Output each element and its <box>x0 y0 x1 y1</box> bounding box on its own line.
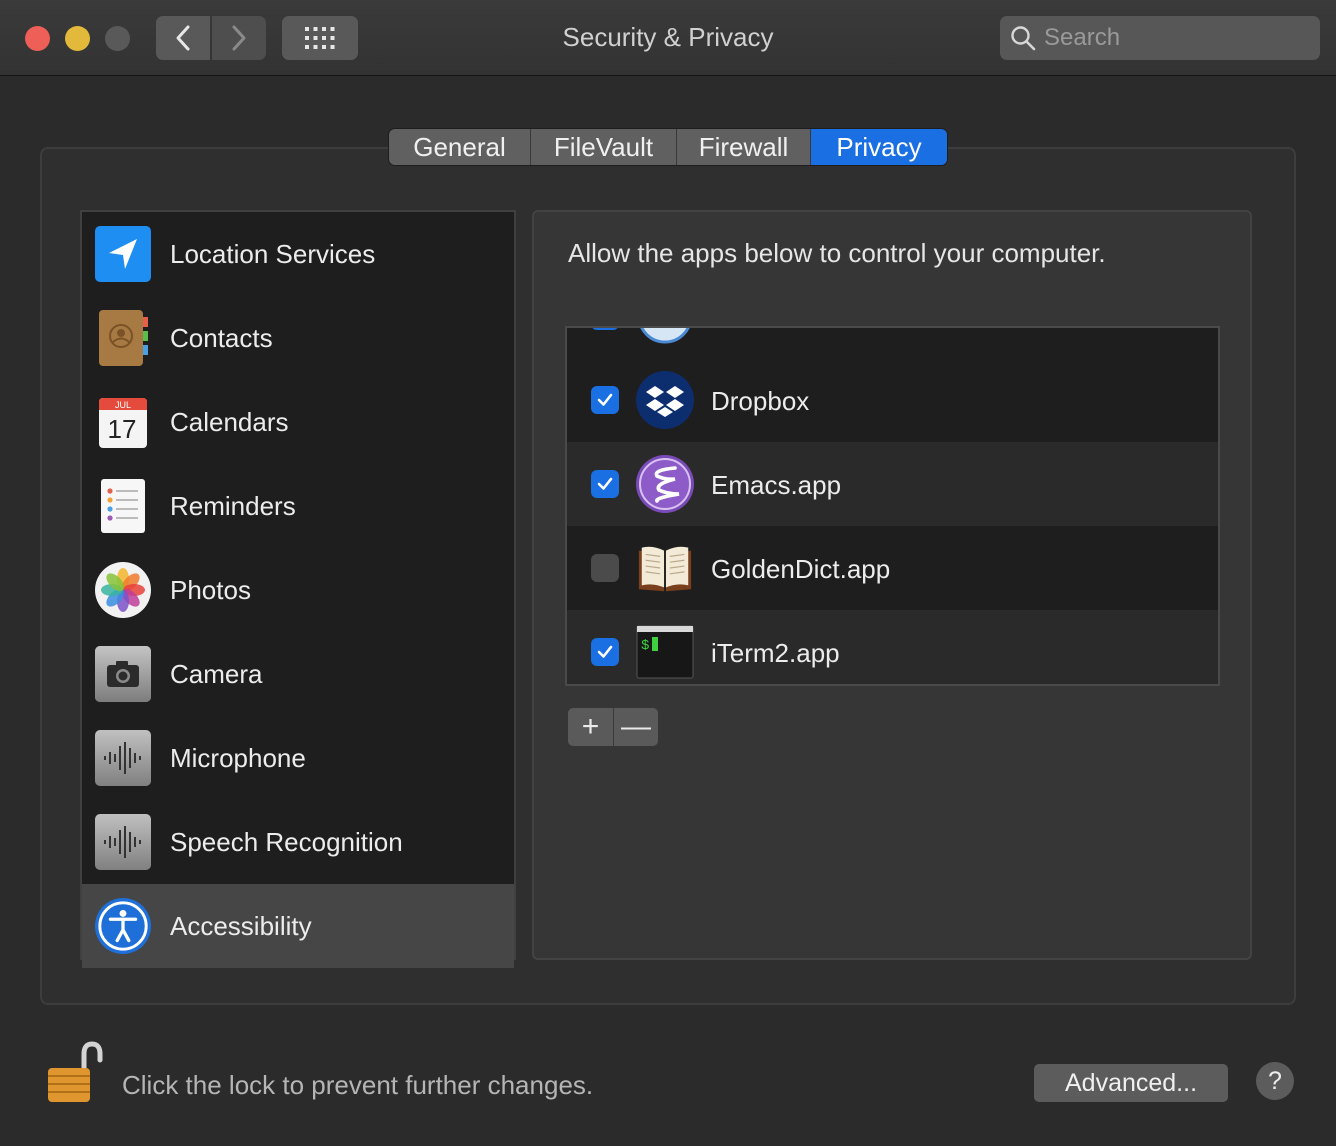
sidebar-item-label: Speech Recognition <box>170 826 403 857</box>
terminal-icon: $ <box>635 622 695 682</box>
checkmark-icon <box>597 477 613 490</box>
advanced-button[interactable]: Advanced... <box>1034 1064 1228 1102</box>
app-checkbox[interactable] <box>591 328 619 330</box>
checkmark-icon <box>597 645 613 658</box>
add-app-button[interactable]: + <box>568 708 613 746</box>
camera-icon <box>94 645 152 703</box>
tab-filevault[interactable]: FileVault <box>531 129 677 165</box>
lock-button[interactable] <box>40 1040 106 1106</box>
app-checkbox[interactable] <box>591 386 619 414</box>
sidebar-item-contacts[interactable]: Contacts <box>82 296 514 380</box>
tab-firewall[interactable]: Firewall <box>677 129 811 165</box>
remove-app-button[interactable]: — <box>613 708 658 746</box>
contacts-book-icon <box>94 309 152 367</box>
sidebar-item-calendars[interactable]: JUL 17 Calendars <box>82 380 514 464</box>
waveform-icon <box>94 813 152 871</box>
location-arrow-icon <box>94 225 152 283</box>
terminal-prompt: $ <box>641 638 649 654</box>
calendar-month: JUL <box>115 400 131 410</box>
sidebar-item-label: Contacts <box>170 322 273 353</box>
tab-general[interactable]: General <box>389 129 531 165</box>
book-icon <box>635 538 695 598</box>
lock-status-text: Click the lock to prevent further change… <box>122 1070 594 1100</box>
title-bar: Security & Privacy <box>0 0 1336 76</box>
list-item[interactable]: Dropbox <box>567 358 1218 442</box>
app-list[interactable]: Dropbox Emacs.app GoldenDict.app $ iTerm… <box>565 326 1220 686</box>
sidebar-item-label: Reminders <box>170 490 296 521</box>
list-item[interactable]: GoldenDict.app <box>567 526 1218 610</box>
reminders-list-icon <box>94 477 152 535</box>
app-icon <box>635 328 695 346</box>
sidebar-item-label: Accessibility <box>170 910 312 941</box>
search-icon <box>1011 26 1036 51</box>
waveform-icon <box>94 729 152 787</box>
list-item[interactable]: Emacs.app <box>567 442 1218 526</box>
panel-description: Allow the apps below to control your com… <box>568 238 1106 268</box>
tab-bar: General FileVault Firewall Privacy <box>388 128 948 166</box>
sidebar-item-label: Calendars <box>170 406 289 437</box>
sidebar-item-speech-recognition[interactable]: Speech Recognition <box>82 800 514 884</box>
emacs-icon <box>635 454 695 514</box>
photos-flower-icon <box>94 561 152 619</box>
unlocked-padlock-icon <box>48 1041 103 1102</box>
list-item[interactable]: $ iTerm2.app <box>567 610 1218 684</box>
search-input[interactable] <box>1044 24 1304 52</box>
sidebar-item-reminders[interactable]: Reminders <box>82 464 514 548</box>
sidebar-item-label: Photos <box>170 574 251 605</box>
app-name: Emacs.app <box>711 470 842 500</box>
app-checkbox[interactable] <box>591 470 619 498</box>
help-button[interactable]: ? <box>1256 1062 1294 1100</box>
app-name: Dropbox <box>711 386 810 416</box>
tab-privacy[interactable]: Privacy <box>811 129 947 165</box>
calendar-day: 17 <box>108 414 137 444</box>
sidebar-item-microphone[interactable]: Microphone <box>82 716 514 800</box>
sidebar-item-label: Microphone <box>170 742 306 773</box>
sidebar-item-camera[interactable]: Camera <box>82 632 514 716</box>
app-name: GoldenDict.app <box>711 554 891 584</box>
accessibility-icon <box>94 897 152 955</box>
list-item[interactable] <box>567 328 1218 358</box>
sidebar-item-accessibility[interactable]: Accessibility <box>82 884 514 968</box>
sidebar-item-label: Location Services <box>170 238 376 269</box>
search-field[interactable] <box>1000 16 1320 60</box>
app-name: iTerm2.app <box>711 638 840 668</box>
sidebar-item-location-services[interactable]: Location Services <box>82 212 514 296</box>
app-checkbox[interactable] <box>591 638 619 666</box>
calendar-icon: JUL 17 <box>94 393 152 451</box>
dropbox-icon <box>635 370 695 430</box>
privacy-category-list[interactable]: Location Services Contacts JUL 17 Calend… <box>80 210 516 968</box>
sidebar-item-label: Camera <box>170 658 263 689</box>
checkmark-icon <box>597 393 613 406</box>
app-checkbox[interactable] <box>591 554 619 582</box>
sidebar-item-photos[interactable]: Photos <box>82 548 514 632</box>
add-remove-buttons: + — <box>568 708 658 746</box>
